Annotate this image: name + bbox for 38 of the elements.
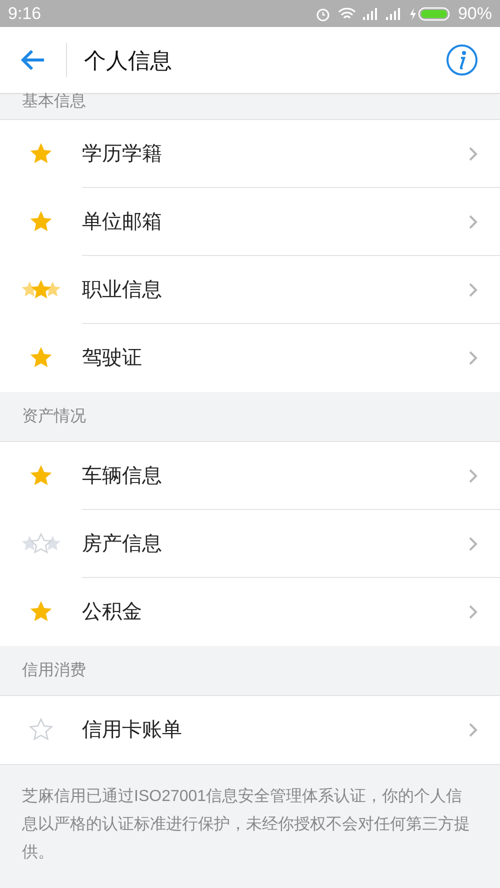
- list-item[interactable]: 单位邮箱: [0, 188, 500, 256]
- battery-icon: [408, 6, 451, 20]
- status-time: 9:16: [8, 2, 42, 25]
- page-title: 个人信息: [84, 46, 172, 74]
- item-label: 单位邮箱: [82, 210, 162, 234]
- item-label: 职业信息: [82, 278, 162, 302]
- signal-icon: [362, 8, 379, 20]
- chevron-right-icon: [468, 604, 478, 620]
- section-header: 基本信息: [22, 92, 86, 112]
- chevron-right-icon: [468, 214, 478, 230]
- item-label: 公积金: [82, 600, 142, 625]
- info-button[interactable]: [446, 44, 478, 76]
- signal-icon: [386, 8, 402, 20]
- info-icon: [446, 44, 478, 76]
- footer-note: 芝麻信用已通过ISO27001信息安全管理体系认证，你的个人信息以严格的认证标准进行保护，未经你授权不会对任何第三方提供。: [22, 786, 471, 863]
- chevron-right-icon: [468, 468, 478, 484]
- list-item[interactable]: 公积金: [0, 578, 500, 646]
- wifi-icon: [338, 6, 356, 20]
- item-label: 驾驶证: [82, 346, 142, 371]
- item-label: 车辆信息: [82, 464, 162, 488]
- chevron-right-icon: [468, 722, 478, 738]
- section-header: 资产情况: [22, 406, 86, 426]
- list-item[interactable]: 驾驶证: [0, 324, 500, 392]
- item-label: 学历学籍: [82, 142, 162, 166]
- back-arrow-icon: [20, 49, 46, 71]
- list-item[interactable]: 职业信息: [0, 256, 500, 324]
- chevron-right-icon: [468, 536, 478, 552]
- item-label: 房产信息: [82, 532, 162, 556]
- list-item[interactable]: 学历学籍: [0, 120, 500, 188]
- item-label: 信用卡账单: [82, 718, 182, 743]
- chevron-right-icon: [468, 282, 478, 298]
- chevron-right-icon: [468, 146, 478, 162]
- battery-percent: 90%: [458, 2, 492, 25]
- list-item[interactable]: 房产信息: [0, 510, 500, 578]
- list-item[interactable]: 信用卡账单: [0, 696, 500, 764]
- list-item[interactable]: 车辆信息: [0, 442, 500, 510]
- section-header: 信用消费: [22, 660, 86, 680]
- chevron-right-icon: [468, 350, 478, 366]
